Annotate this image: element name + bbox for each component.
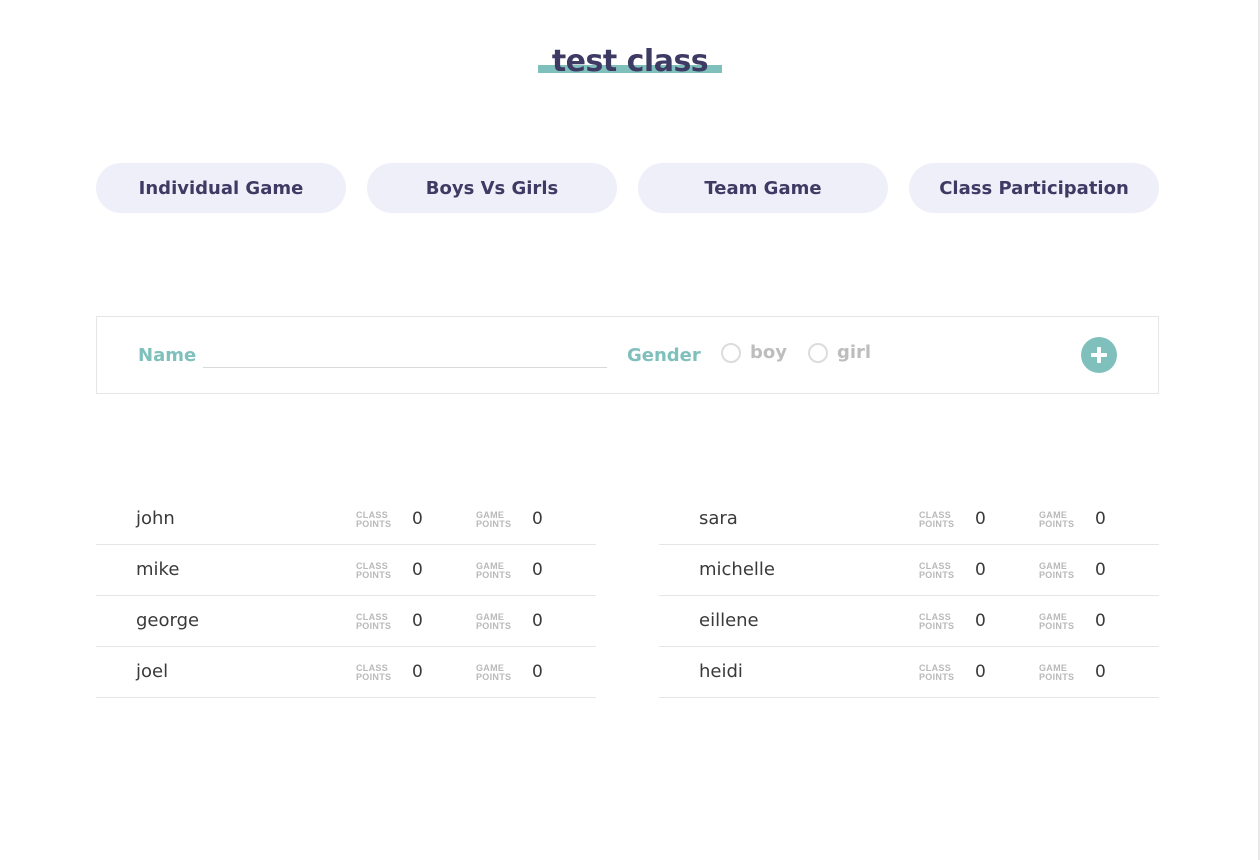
game-points-label: GAME POINTS xyxy=(1039,663,1075,682)
header: test class xyxy=(0,44,1260,80)
game-points-label: GAME POINTS xyxy=(1039,612,1075,631)
radio-girl-label[interactable]: girl xyxy=(837,342,871,363)
team-game-button[interactable]: Team Game xyxy=(638,163,888,213)
game-points-label: GAME POINTS xyxy=(1039,510,1075,529)
class-points-label: CLASS POINTS xyxy=(919,612,955,631)
student-name: george xyxy=(136,610,200,631)
class-points-label: CLASS POINTS xyxy=(919,561,955,580)
class-points-label: CLASS POINTS xyxy=(919,510,955,529)
student-name: joel xyxy=(136,661,169,682)
student-name: michelle xyxy=(699,559,775,580)
student-row[interactable]: eillene CLASS POINTS 0 GAME POINTS 0 xyxy=(659,596,1159,647)
add-student-button[interactable] xyxy=(1081,337,1117,373)
game-points-label: GAME POINTS xyxy=(476,663,512,682)
game-points-value: 0 xyxy=(1095,509,1106,529)
game-points-value: 0 xyxy=(532,509,543,529)
plus-icon xyxy=(1091,347,1107,363)
name-label: Name xyxy=(138,345,197,366)
page-title-text: test class xyxy=(551,44,709,79)
class-points-label: CLASS POINTS xyxy=(356,561,392,580)
boys-vs-girls-button[interactable]: Boys Vs Girls xyxy=(367,163,617,213)
game-points-value: 0 xyxy=(1095,560,1106,580)
student-row[interactable]: mike CLASS POINTS 0 GAME POINTS 0 xyxy=(96,545,596,596)
radio-boy-label[interactable]: boy xyxy=(750,342,787,363)
student-name: heidi xyxy=(699,661,743,682)
student-name: sara xyxy=(699,508,738,529)
student-row[interactable]: george CLASS POINTS 0 GAME POINTS 0 xyxy=(96,596,596,647)
game-points-value: 0 xyxy=(532,662,543,682)
individual-game-button[interactable]: Individual Game xyxy=(96,163,346,213)
page-title: test class xyxy=(537,44,723,80)
gender-option-boy[interactable]: boy xyxy=(721,342,787,363)
student-row[interactable]: heidi CLASS POINTS 0 GAME POINTS 0 xyxy=(659,647,1159,698)
class-points-value: 0 xyxy=(975,560,986,580)
class-points-value: 0 xyxy=(975,509,986,529)
class-points-label: CLASS POINTS xyxy=(356,663,392,682)
radio-girl[interactable] xyxy=(808,342,828,363)
class-participation-button[interactable]: Class Participation xyxy=(909,163,1159,213)
add-student-form: Name Gender boy girl xyxy=(96,316,1159,394)
class-points-value: 0 xyxy=(412,509,423,529)
student-row[interactable]: joel CLASS POINTS 0 GAME POINTS 0 xyxy=(96,647,596,698)
student-row[interactable]: sara CLASS POINTS 0 GAME POINTS 0 xyxy=(659,494,1159,545)
game-points-label: GAME POINTS xyxy=(1039,561,1075,580)
class-points-value: 0 xyxy=(975,611,986,631)
class-points-value: 0 xyxy=(412,611,423,631)
radio-boy[interactable] xyxy=(721,342,741,363)
game-points-value: 0 xyxy=(1095,662,1106,682)
student-name: john xyxy=(136,508,175,529)
gender-option-girl[interactable]: girl xyxy=(808,342,871,363)
girls-list: sara CLASS POINTS 0 GAME POINTS 0 michelle… xyxy=(659,494,1159,698)
student-row[interactable]: john CLASS POINTS 0 GAME POINTS 0 xyxy=(96,494,596,545)
class-points-value: 0 xyxy=(412,662,423,682)
game-points-label: GAME POINTS xyxy=(476,561,512,580)
game-mode-bar: Individual Game Boys Vs Girls Team Game … xyxy=(96,163,1159,213)
student-name: mike xyxy=(136,559,180,580)
game-points-value: 0 xyxy=(532,560,543,580)
game-points-label: GAME POINTS xyxy=(476,612,512,631)
gender-label: Gender xyxy=(627,345,701,366)
class-points-label: CLASS POINTS xyxy=(356,510,392,529)
class-points-value: 0 xyxy=(975,662,986,682)
boys-list: john CLASS POINTS 0 GAME POINTS 0 mike CLA… xyxy=(96,494,596,698)
class-points-label: CLASS POINTS xyxy=(919,663,955,682)
game-points-value: 0 xyxy=(1095,611,1106,631)
game-points-value: 0 xyxy=(532,611,543,631)
class-points-value: 0 xyxy=(412,560,423,580)
game-points-label: GAME POINTS xyxy=(476,510,512,529)
student-row[interactable]: michelle CLASS POINTS 0 GAME POINTS 0 xyxy=(659,545,1159,596)
class-points-label: CLASS POINTS xyxy=(356,612,392,631)
student-name: eillene xyxy=(699,610,759,631)
name-input[interactable] xyxy=(203,345,607,368)
